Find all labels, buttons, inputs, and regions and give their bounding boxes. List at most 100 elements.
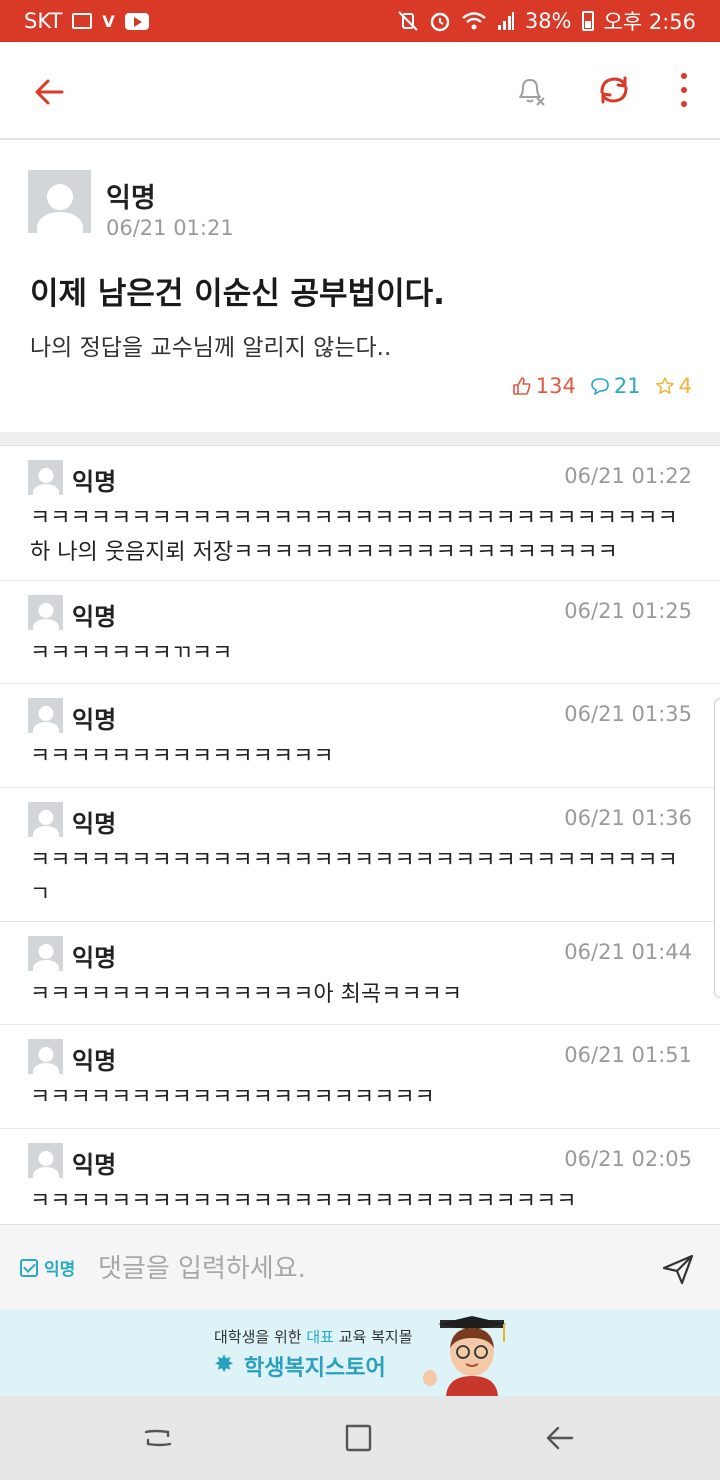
comment-item[interactable]: 익명 06/21 01:22 ㅋㅋㅋㅋㅋㅋㅋㅋㅋㅋㅋㅋㅋㅋㅋㅋㅋㅋㅋㅋㅋㅋㅋㅋㅋ… <box>0 446 720 581</box>
avatar-body <box>32 1167 59 1178</box>
battery-percent: 38% <box>524 9 572 33</box>
post-author: 익명 <box>106 183 156 214</box>
app-bar <box>0 42 720 140</box>
status-bar: SKT V 38% 오후 2:56 <box>0 0 720 42</box>
comment-stat: 21 <box>590 374 641 398</box>
post-card: 익명 06/21 01:21 이제 남은건 이순신 공부법이다. 나의 정답을 … <box>0 142 720 432</box>
avatar-head <box>38 810 53 825</box>
comment-item[interactable]: 익명 06/21 01:25 ㅋㅋㅋㅋㅋㅋㅋㄲㅋㅋ <box>0 581 720 684</box>
comment-date: 06/21 01:25 <box>564 599 692 623</box>
gallery-notification-icon <box>72 13 93 29</box>
comment-author: 익명 <box>72 468 117 496</box>
comment-avatar <box>28 1143 63 1178</box>
status-left: SKT V <box>24 9 149 33</box>
scrollbar[interactable] <box>714 698 720 998</box>
comment-text: ㅋㅋㅋㅋㅋㅋㅋㄲㅋㅋ <box>30 641 233 666</box>
comment-author: 익명 <box>72 706 117 734</box>
comment-avatar <box>28 936 63 971</box>
avatar-body <box>36 212 83 233</box>
send-icon[interactable] <box>660 1251 696 1287</box>
avatar-body <box>32 1063 59 1074</box>
battery-icon <box>581 11 594 31</box>
post-body: 나의 정답을 교수님께 알리지 않는다.. <box>30 335 392 361</box>
scrap-stat[interactable]: 4 <box>655 374 692 398</box>
speech-bubble-icon <box>591 378 609 395</box>
avatar-head <box>38 1047 53 1062</box>
section-divider <box>0 432 720 446</box>
status-right: 38% 오후 2:56 <box>397 6 696 36</box>
avatar-body <box>32 619 59 630</box>
banner-tagline-prefix: 대학생을 위한 <box>214 1328 307 1346</box>
comment-item[interactable]: 익명 06/21 01:35 ㅋㅋㅋㅋㅋㅋㅋㅋㅋㅋㅋㅋㅋㅋㅋ <box>0 684 720 788</box>
comment-author: 익명 <box>72 944 117 972</box>
comment-avatar <box>28 460 63 495</box>
comment-text: ㅋㅋㅋㅋㅋㅋㅋㅋㅋㅋㅋㅋㅋㅋㅋㅋㅋㅋㅋㅋㅋㅋㅋㅋㅋㅋㅋ <box>30 1189 577 1214</box>
signal-icon <box>497 12 514 30</box>
refresh-icon[interactable] <box>594 70 634 110</box>
banner-tagline-highlight: 대표 <box>306 1328 334 1346</box>
checkbox-icon[interactable] <box>20 1258 38 1277</box>
banner-tagline: 대학생을 위한 대표 교육 복지몰 <box>214 1326 413 1347</box>
recents-icon[interactable] <box>140 1420 176 1456</box>
ad-banner[interactable]: 대학생을 위한 대표 교육 복지몰 ✸ 학생복지스토어 <box>0 1310 720 1396</box>
vibrate-mute-icon <box>398 11 418 31</box>
comment-author: 익명 <box>72 603 117 631</box>
comment-date: 06/21 01:36 <box>564 806 692 830</box>
comment-count: 21 <box>613 374 641 398</box>
comment-text: ㅋㅋㅋㅋㅋㅋㅋㅋㅋㅋㅋㅋㅋㅋㅋㅋㅋㅋㅋㅋㅋㅋㅋㅋㅋㅋㅋㅋㅋㅋㅋㅋㄱ <box>30 848 678 907</box>
comment-date: 06/21 02:05 <box>564 1147 692 1171</box>
comment-date: 06/21 01:22 <box>564 464 692 488</box>
home-icon[interactable] <box>340 1420 376 1456</box>
comment-author: 익명 <box>72 1047 117 1075</box>
youtube-notification-icon <box>124 12 149 30</box>
comment-input[interactable] <box>98 1247 638 1291</box>
thumbs-up-icon <box>512 377 531 395</box>
comment-author: 익명 <box>72 1151 117 1179</box>
comment-list[interactable]: 익명 06/21 01:22 ㅋㅋㅋㅋㅋㅋㅋㅋㅋㅋㅋㅋㅋㅋㅋㅋㅋㅋㅋㅋㅋㅋㅋㅋㅋ… <box>0 446 720 1224</box>
back-arrow-icon[interactable] <box>30 72 70 112</box>
post-stats: 134 21 4 <box>512 374 692 398</box>
volte-icon: V <box>102 11 115 31</box>
avatar-head <box>38 944 53 959</box>
avatar-head <box>38 1151 53 1166</box>
comment-text: ㅋㅋㅋㅋㅋㅋㅋㅋㅋㅋㅋㅋㅋㅋㅋㅋㅋㅋㅋㅋㅋㅋㅋㅋㅋㅋㅋㅋㅋㅋㅋㅋ하 나의 웃음지… <box>30 506 678 565</box>
star-icon <box>655 377 674 394</box>
avatar-body <box>32 960 59 971</box>
anonymous-toggle[interactable]: 익명 <box>20 1255 75 1280</box>
comment-avatar <box>28 698 63 733</box>
post-title: 이제 남은건 이순신 공부법이다. <box>30 276 445 312</box>
clock: 오후 2:56 <box>603 10 696 34</box>
more-vert-icon[interactable] <box>670 68 698 112</box>
comment-text: ㅋㅋㅋㅋㅋㅋㅋㅋㅋㅋㅋㅋㅋㅋㅋㅋㅋㅋㅋㅋ <box>30 1085 435 1110</box>
comment-item[interactable]: 익명 06/21 01:44 ㅋㅋㅋㅋㅋㅋㅋㅋㅋㅋㅋㅋㅋㅋ아 최곡ㅋㅋㅋㅋ <box>0 922 720 1025</box>
comment-avatar <box>28 1039 63 1074</box>
nav-back-icon[interactable] <box>542 1420 578 1456</box>
carrier-label: SKT <box>24 9 63 33</box>
flower-logo-icon: ✸ <box>214 1350 235 1378</box>
comment-avatar <box>28 595 63 630</box>
avatar-body <box>32 826 59 837</box>
like-stat[interactable]: 134 <box>512 374 576 398</box>
student-mascot-icon <box>423 1316 506 1396</box>
comment-item[interactable]: 익명 06/21 01:51 ㅋㅋㅋㅋㅋㅋㅋㅋㅋㅋㅋㅋㅋㅋㅋㅋㅋㅋㅋㅋ <box>0 1025 720 1129</box>
notification-off-icon[interactable] <box>510 70 550 110</box>
banner-brand: 학생복지스토어 <box>244 1356 386 1381</box>
comment-avatar <box>28 802 63 837</box>
banner-tagline-suffix: 교육 복지몰 <box>333 1328 413 1346</box>
avatar-body <box>32 722 59 733</box>
system-nav-bar <box>0 1396 720 1480</box>
alarm-icon <box>430 12 450 32</box>
avatar-head <box>38 706 53 721</box>
comment-item[interactable]: 익명 06/21 02:05 ㅋㅋㅋㅋㅋㅋㅋㅋㅋㅋㅋㅋㅋㅋㅋㅋㅋㅋㅋㅋㅋㅋㅋㅋㅋ… <box>0 1129 720 1224</box>
avatar-head <box>38 603 53 618</box>
comment-date: 06/21 01:35 <box>564 702 692 726</box>
anonymous-label: 익명 <box>44 1260 76 1280</box>
comment-text: ㅋㅋㅋㅋㅋㅋㅋㅋㅋㅋㅋㅋㅋㅋㅋ <box>30 744 334 769</box>
scrap-count: 4 <box>678 374 692 398</box>
avatar-head <box>38 468 53 483</box>
wifi-icon <box>462 12 486 30</box>
comment-author: 익명 <box>72 810 117 838</box>
comment-date: 06/21 01:51 <box>564 1043 692 1067</box>
avatar-head <box>46 184 73 210</box>
comment-item[interactable]: 익명 06/21 01:36 ㅋㅋㅋㅋㅋㅋㅋㅋㅋㅋㅋㅋㅋㅋㅋㅋㅋㅋㅋㅋㅋㅋㅋㅋㅋ… <box>0 788 720 922</box>
